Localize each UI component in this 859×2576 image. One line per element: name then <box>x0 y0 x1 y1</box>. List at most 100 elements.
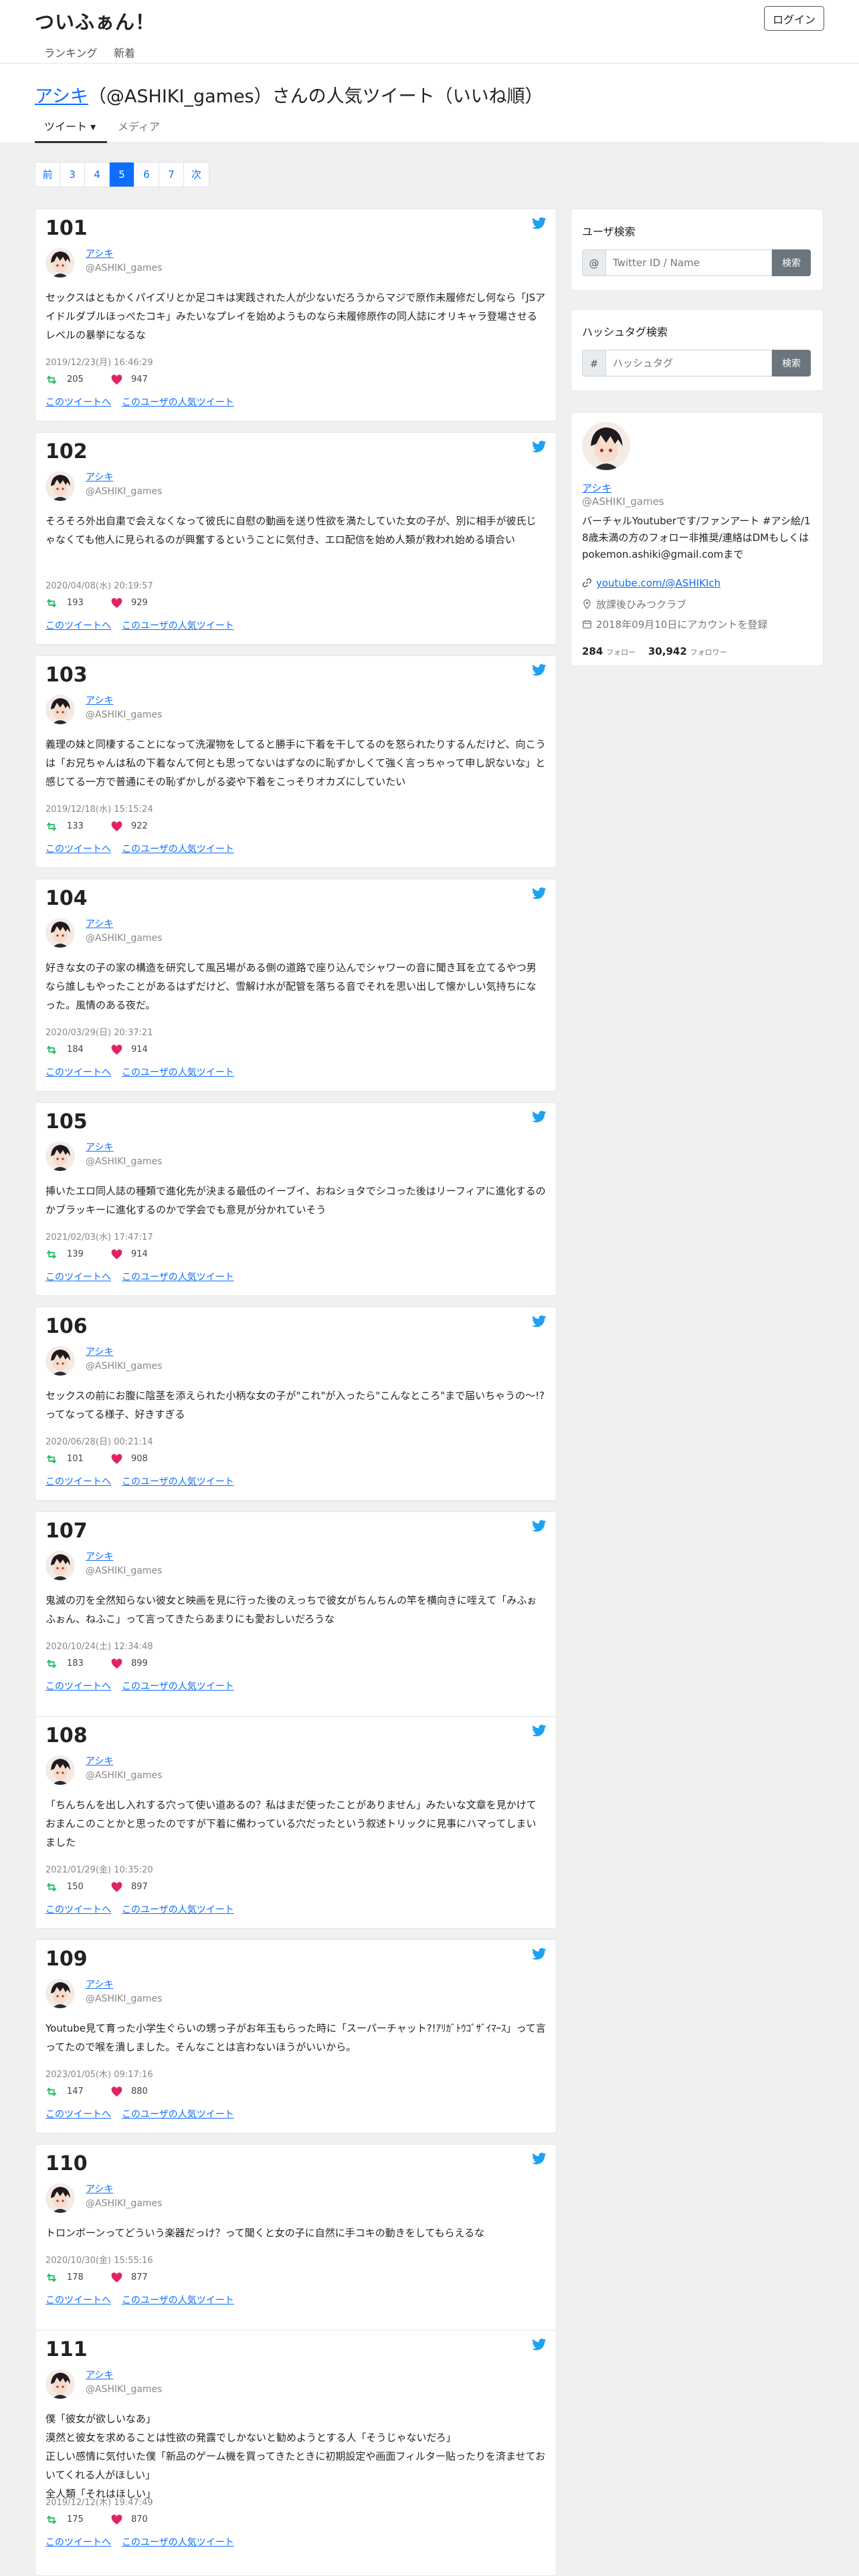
user-popular-tweets-link[interactable]: このユーザの人気ツイート <box>122 1067 234 1078</box>
tweet-permalink[interactable]: このツイートへ <box>45 1477 111 1487</box>
user-search-input[interactable] <box>606 249 772 276</box>
user-popular-tweets-link[interactable]: このユーザの人気ツイート <box>122 1477 234 1487</box>
twitter-bird-icon[interactable] <box>532 2153 547 2165</box>
page-3-button[interactable]: 3 <box>60 163 85 187</box>
tweet-user-name-link[interactable]: アシキ <box>86 917 113 930</box>
user-popular-tweets-link[interactable]: このユーザの人気ツイート <box>122 1272 234 1283</box>
tweet-user-name-link[interactable]: アシキ <box>86 1754 113 1767</box>
user-search-button[interactable]: 検索 <box>772 249 811 276</box>
tweet-user-name-link[interactable]: アシキ <box>86 1549 113 1563</box>
tweet-permalink[interactable]: このツイートへ <box>45 2537 111 2548</box>
hashtag-search-input[interactable] <box>606 350 772 377</box>
avatar[interactable] <box>45 1755 75 1785</box>
twitter-bird-icon[interactable] <box>532 1520 547 1532</box>
hash-prefix: # <box>582 350 606 377</box>
twitter-bird-icon[interactable] <box>532 1725 547 1737</box>
tweet-text: 挿いたエロ同人誌の種類で進化先が決まる最低のイーブイ、おねショタでシコった後はリ… <box>45 1185 546 1216</box>
user-popular-tweets-link[interactable]: このユーザの人気ツイート <box>122 844 234 855</box>
tweet-permalink[interactable]: このツイートへ <box>45 1681 111 1692</box>
retweet-count: 193 <box>67 598 84 608</box>
tweet-permalink[interactable]: このツイートへ <box>45 2295 111 2306</box>
tweet-user-name-link[interactable]: アシキ <box>86 247 113 260</box>
twitter-bird-icon[interactable] <box>532 664 547 676</box>
tweet-user-name-link[interactable]: アシキ <box>86 2182 113 2195</box>
tweet-user-handle: @ASHIKI_games <box>86 2384 163 2395</box>
tweet-user-name-link[interactable]: アシキ <box>86 693 113 707</box>
twitter-bird-icon[interactable] <box>532 1948 547 1960</box>
like-count: 897 <box>131 1882 148 1892</box>
user-search-form: @ 検索 <box>582 249 811 276</box>
twitter-bird-icon[interactable] <box>532 2339 547 2351</box>
page-5-button[interactable]: 5 <box>110 163 134 187</box>
nav-ranking-link[interactable]: ランキング <box>44 44 98 60</box>
twitter-bird-icon[interactable] <box>532 887 547 899</box>
user-popular-tweets-link[interactable]: このユーザの人気ツイート <box>122 1905 234 1915</box>
heart-icon <box>111 1454 122 1465</box>
twitter-bird-icon[interactable] <box>532 217 547 229</box>
retweet-icon <box>45 1881 58 1893</box>
page-4-button[interactable]: 4 <box>85 163 110 187</box>
avatar[interactable] <box>45 1551 75 1580</box>
profile-name-link[interactable]: アシキ <box>582 481 611 495</box>
user-popular-tweets-link[interactable]: このユーザの人気ツイート <box>122 397 234 408</box>
twitter-bird-icon[interactable] <box>532 441 547 453</box>
avatar[interactable] <box>45 2369 75 2399</box>
profile-follow-counts: 284 フォロー 30,942 フォロワー <box>582 645 737 657</box>
avatar[interactable] <box>45 471 75 501</box>
retweet-icon <box>45 1044 58 1056</box>
avatar[interactable] <box>45 1142 75 1171</box>
tweet-permalink[interactable]: このツイートへ <box>45 397 111 408</box>
tab-tweets[interactable]: ツイート ▾ <box>44 118 96 134</box>
twitter-bird-icon[interactable] <box>532 1111 547 1123</box>
tweet-permalink[interactable]: このツイートへ <box>45 1905 111 1915</box>
site-brand[interactable]: ついふぁん！ <box>35 7 155 35</box>
following-count[interactable]: 284 <box>582 645 603 657</box>
tweet-permalink[interactable]: このツイートへ <box>45 621 111 631</box>
user-popular-tweets-link[interactable]: このユーザの人気ツイート <box>122 2109 234 2120</box>
profile-joined: 2018年09月10日にアカウントを登録 <box>596 619 768 631</box>
tweet-rank: 106 <box>45 1315 88 1338</box>
tweet-links: このツイートへ このユーザの人気ツイート <box>45 619 245 632</box>
tweet-user-handle: @ASHIKI_games <box>86 710 163 720</box>
tweet-user-name-link[interactable]: アシキ <box>86 2368 113 2381</box>
page-title-user-link[interactable]: アシキ <box>35 86 88 107</box>
nav-new-link[interactable]: 新着 <box>114 44 135 60</box>
avatar[interactable] <box>45 1346 75 1376</box>
tweet-permalink[interactable]: このツイートへ <box>45 844 111 855</box>
page-prev-button[interactable]: 前 <box>35 163 60 187</box>
tweet-user-name-link[interactable]: アシキ <box>86 1345 113 1358</box>
user-popular-tweets-link[interactable]: このユーザの人気ツイート <box>122 1681 234 1692</box>
tweet-user-name-link[interactable]: アシキ <box>86 1977 113 1991</box>
avatar[interactable] <box>45 918 75 948</box>
user-popular-tweets-link[interactable]: このユーザの人気ツイート <box>122 2537 234 2548</box>
followers-label: フォロワー <box>690 648 727 657</box>
heart-icon <box>111 1249 122 1260</box>
followers-count[interactable]: 30,942 <box>648 645 687 657</box>
page-6-button[interactable]: 6 <box>134 163 159 187</box>
page-7-button[interactable]: 7 <box>159 163 184 187</box>
tweet-permalink[interactable]: このツイートへ <box>45 1272 111 1283</box>
tweet-user-name-link[interactable]: アシキ <box>86 1140 113 1154</box>
avatar[interactable] <box>45 248 75 278</box>
hashtag-search-button[interactable]: 検索 <box>772 350 811 377</box>
profile-url-link[interactable]: youtube.com/@ASHIKIch <box>596 577 721 589</box>
location-pin-icon <box>583 599 591 610</box>
page-next-button[interactable]: 次 <box>184 163 209 187</box>
user-popular-tweets-link[interactable]: このユーザの人気ツイート <box>122 2295 234 2306</box>
like-count: 929 <box>131 598 148 608</box>
tweet-permalink[interactable]: このツイートへ <box>45 1067 111 1078</box>
tweet-rank: 104 <box>45 887 88 910</box>
avatar[interactable] <box>45 1979 75 2008</box>
tweet-permalink[interactable]: このツイートへ <box>45 2109 111 2120</box>
tweet-links: このツイートへ このユーザの人気ツイート <box>45 2535 245 2549</box>
login-button[interactable]: ログイン <box>764 6 824 31</box>
hashtag-search-panel: ハッシュタグ検索 # 検索 <box>571 309 824 391</box>
tweet-user-name-link[interactable]: アシキ <box>86 470 113 484</box>
retweet-count: 205 <box>67 374 84 385</box>
avatar[interactable] <box>45 695 75 724</box>
user-popular-tweets-link[interactable]: このユーザの人気ツイート <box>122 621 234 631</box>
tab-media[interactable]: メディア <box>118 118 160 134</box>
twitter-bird-icon[interactable] <box>532 1315 547 1327</box>
profile-url-row: youtube.com/@ASHIKIch <box>582 577 721 589</box>
avatar[interactable] <box>45 2183 75 2213</box>
